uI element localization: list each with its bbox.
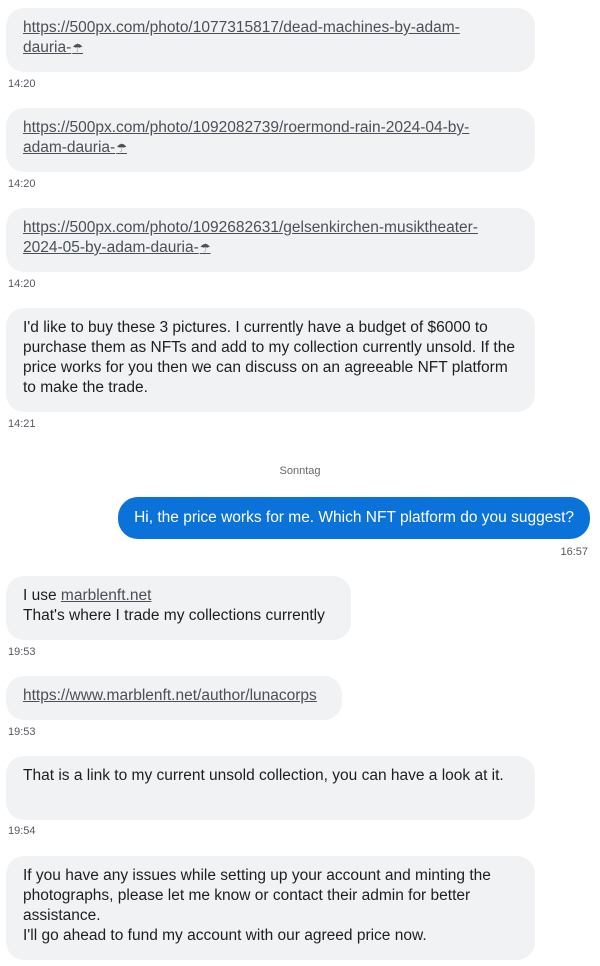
message-text: That is a link to my current unsold coll… — [23, 767, 504, 784]
message-bubble-link: https://500px.com/photo/1092082739/roerm… — [6, 108, 535, 172]
message-text: I'd like to buy these 3 pictures. I curr… — [23, 319, 515, 396]
message-timestamp: 19:53 — [8, 646, 36, 658]
message-link[interactable]: marblenft.net — [61, 587, 151, 604]
message-text: That's where I trade my collections curr… — [23, 607, 325, 624]
message-timestamp: 14:21 — [8, 418, 36, 430]
message-text: Hi, the price works for me. Which NFT pl… — [134, 509, 574, 526]
message-link[interactable]: https://500px.com/photo/1077315817/dead-… — [23, 19, 460, 56]
chat-thread: https://500px.com/photo/1077315817/dead-… — [0, 0, 600, 966]
link-text-line2: dauria- — [23, 39, 72, 56]
link-text-line1: https://500px.com/photo/1077315817/dead-… — [23, 19, 460, 36]
message-timestamp: 14:20 — [8, 178, 36, 190]
message-bubble-text: I use marblenft.net That's where I trade… — [6, 576, 351, 640]
outgoing-message-bubble: Hi, the price works for me. Which NFT pl… — [118, 497, 590, 539]
message-bubble-text: That is a link to my current unsold coll… — [6, 756, 535, 820]
message-link[interactable]: https://500px.com/photo/1092082739/roerm… — [23, 119, 469, 156]
message-timestamp: 19:54 — [8, 825, 36, 837]
message-timestamp: 19:53 — [8, 726, 36, 738]
message-text-prefix: I use — [23, 587, 61, 604]
message-bubble-link: https://www.marblenft.net/author/lunacor… — [6, 676, 342, 720]
day-separator: Sonntag — [279, 465, 321, 477]
umbrella-icon: ☂ — [199, 241, 211, 255]
message-link[interactable]: https://www.marblenft.net/author/lunacor… — [23, 687, 317, 704]
message-timestamp: 16:57 — [560, 546, 588, 558]
message-link[interactable]: https://500px.com/photo/1092682631/gelse… — [23, 219, 478, 256]
message-bubble-link: https://500px.com/photo/1092682631/gelse… — [6, 208, 535, 272]
message-bubble-link: https://500px.com/photo/1077315817/dead-… — [6, 8, 535, 72]
message-bubble-text: If you have any issues while setting up … — [6, 856, 535, 960]
message-text-line2: I'll go ahead to fund my account with ou… — [23, 927, 427, 944]
message-timestamp: 14:20 — [8, 278, 36, 290]
link-text-line1: https://500px.com/photo/1092682631/gelse… — [23, 219, 478, 236]
message-timestamp: 14:20 — [8, 78, 36, 90]
link-text-line2: 2024-05-by-adam-dauria- — [23, 239, 199, 256]
umbrella-icon: ☂ — [116, 141, 127, 155]
link-text-line2: adam-dauria- — [23, 139, 116, 156]
message-bubble-text: I'd like to buy these 3 pictures. I curr… — [6, 308, 535, 412]
link-text-line1: https://500px.com/photo/1092082739/roerm… — [23, 119, 470, 136]
umbrella-icon: ☂ — [72, 41, 84, 55]
message-text: If you have any issues while setting up … — [23, 867, 491, 924]
